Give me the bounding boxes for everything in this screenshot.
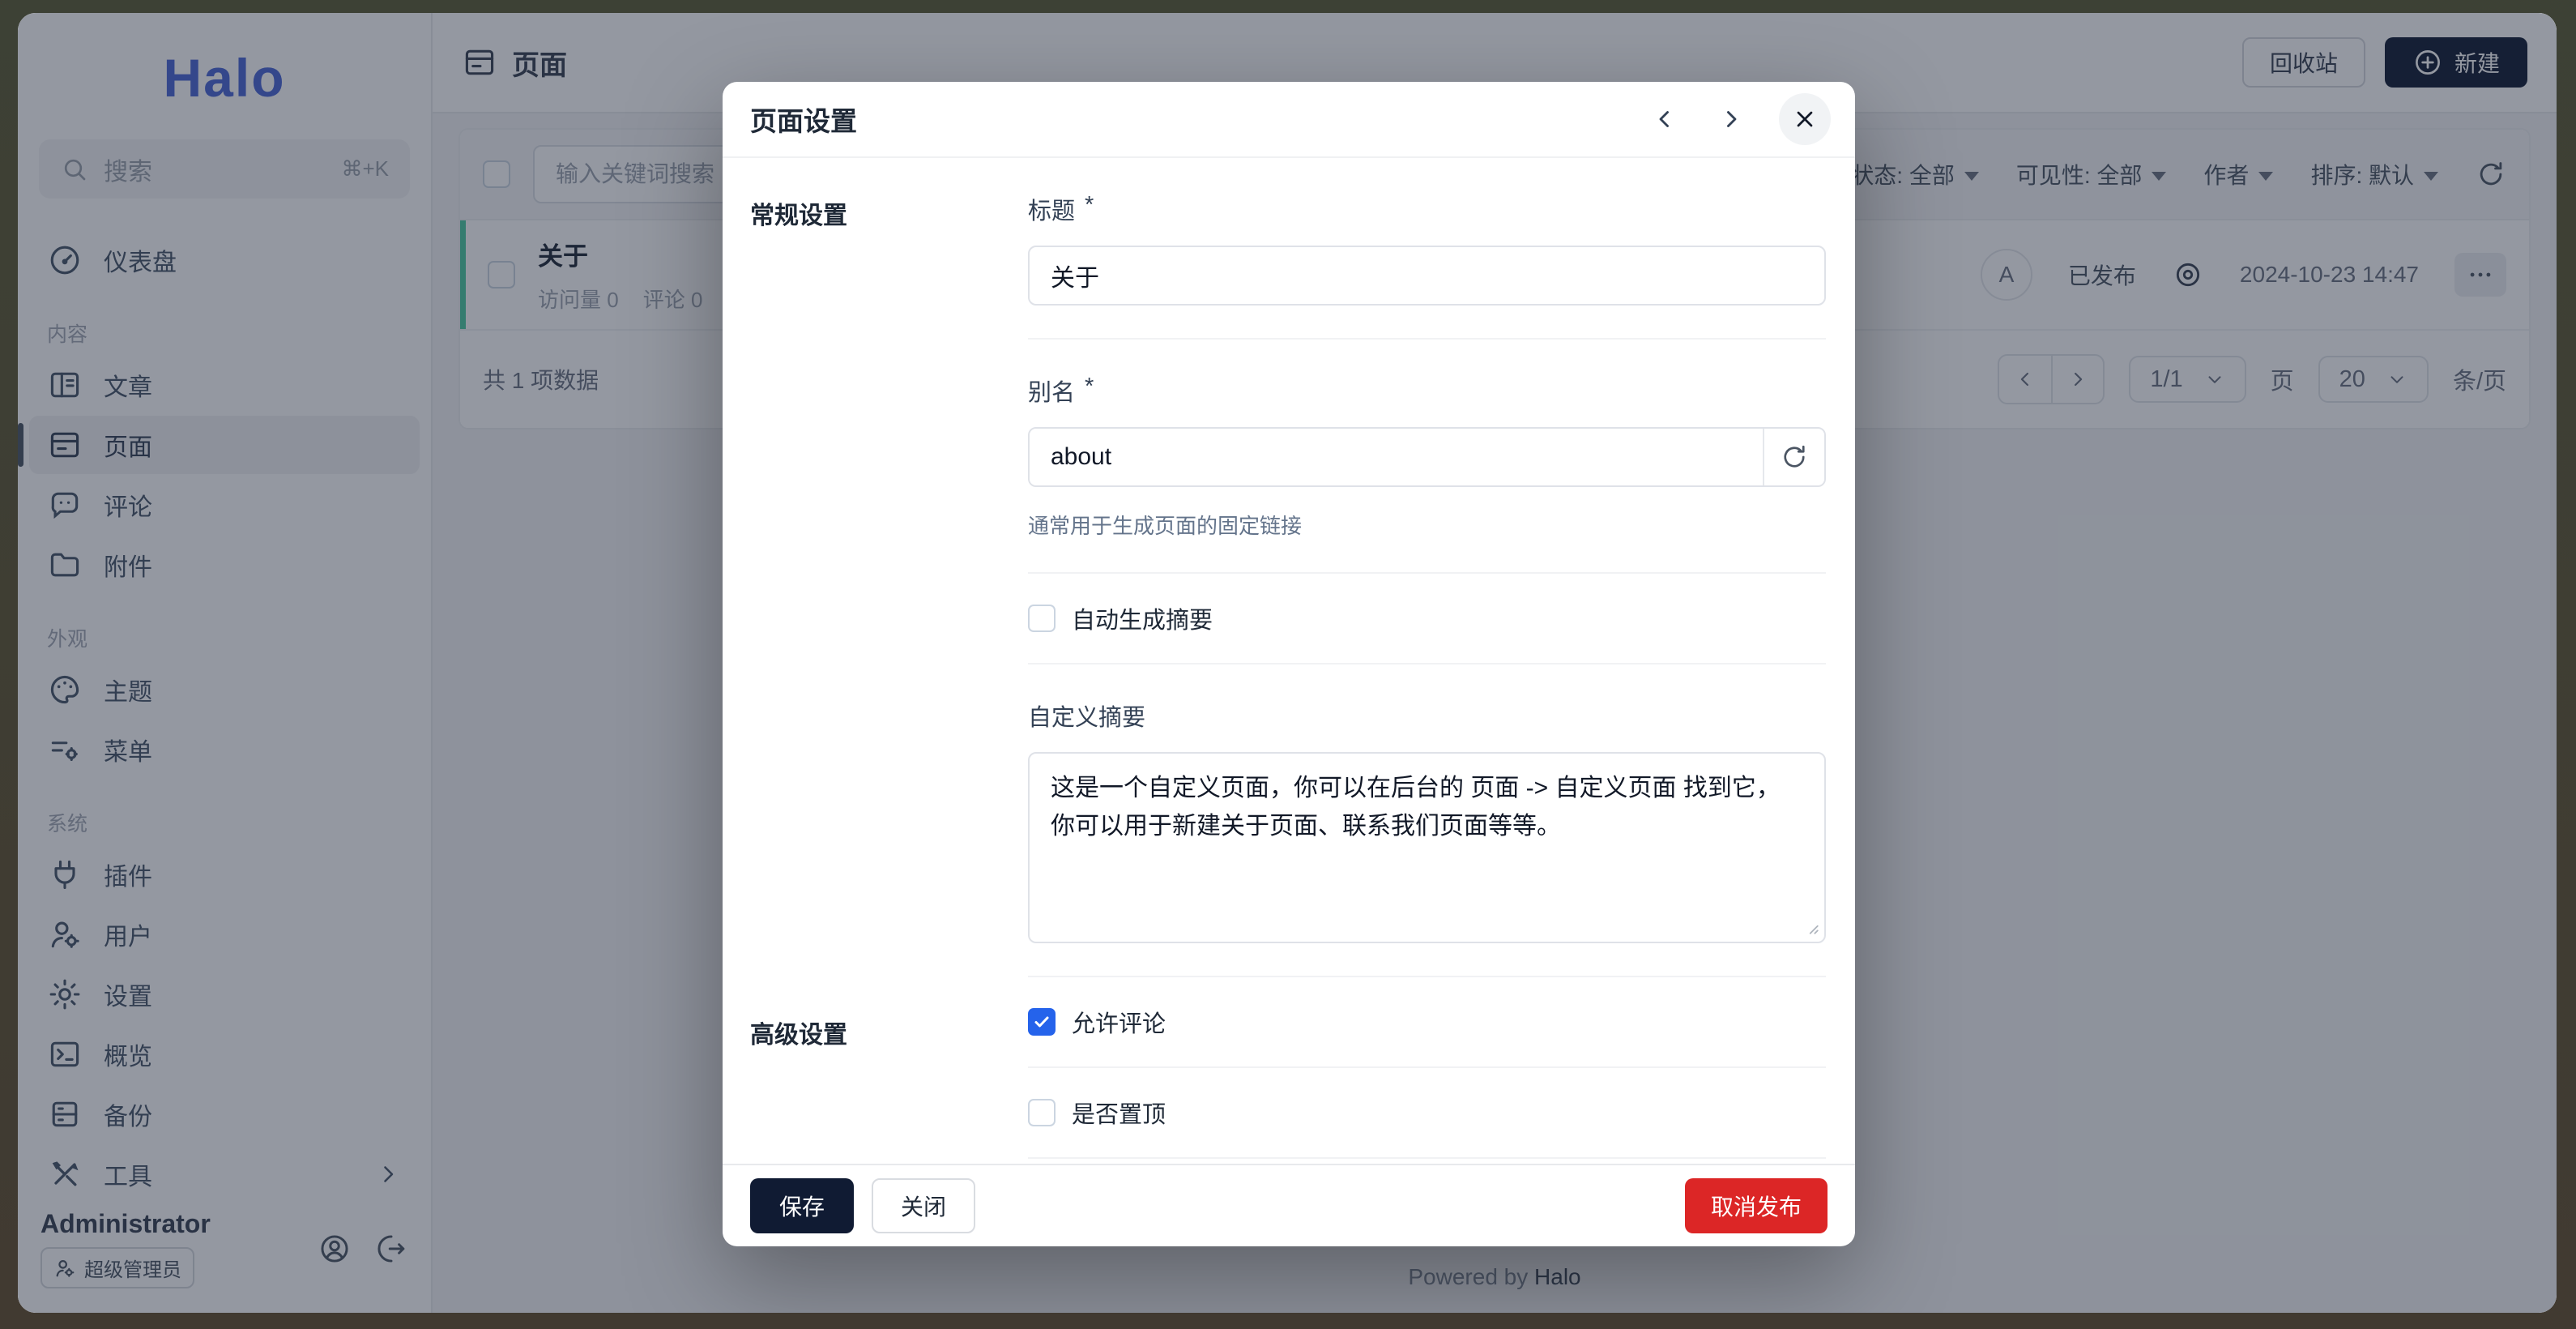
close-button[interactable]: 关闭 (872, 1178, 976, 1233)
field-auto-excerpt: 自动生成摘要 (1028, 574, 1826, 664)
field-excerpt: 自定义摘要 这是一个自定义页面，你可以在后台的 页面 -> 自定义页面 找到它，… (1028, 664, 1826, 977)
slug-label: 别名 (1028, 380, 1076, 406)
regenerate-slug-icon[interactable] (1763, 429, 1824, 485)
cancel-publish-button[interactable]: 取消发布 (1684, 1178, 1828, 1233)
excerpt-label: 自定义摘要 (1028, 705, 1146, 731)
pinned-label: 是否置顶 (1072, 1102, 1166, 1128)
required-asterisk: * (1085, 374, 1094, 400)
section-general: 常规设置 (750, 203, 847, 229)
field-pinned: 是否置顶 (1028, 1068, 1826, 1159)
close-icon[interactable] (1779, 93, 1831, 145)
title-input[interactable] (1028, 246, 1826, 306)
save-button[interactable]: 保存 (750, 1178, 855, 1233)
required-asterisk: * (1085, 192, 1094, 218)
next-item-icon[interactable] (1712, 100, 1750, 138)
slug-input[interactable] (1030, 429, 1763, 485)
modal-footer: 保存 关闭 取消发布 (723, 1164, 1855, 1246)
modal-header: 页面设置 (723, 82, 1855, 158)
field-title: 标题 * (1028, 158, 1826, 340)
allow-comment-label: 允许评论 (1072, 1011, 1166, 1037)
page-settings-modal: 页面设置 常规设置 标题 * 关于 别名 * about 通常用于生成页面的固定… (723, 82, 1855, 1246)
resize-handle[interactable] (1805, 921, 1819, 935)
modal-title: 页面设置 (750, 106, 857, 136)
slug-help-text: 通常用于生成页面的固定链接 (1028, 514, 1303, 538)
pinned-checkbox[interactable] (1028, 1099, 1056, 1126)
auto-excerpt-checkbox[interactable] (1028, 605, 1056, 632)
title-label: 标题 (1028, 199, 1076, 224)
section-advanced: 高级设置 (750, 1022, 847, 1049)
prev-item-icon[interactable] (1646, 100, 1683, 138)
modal-body: 常规设置 标题 * 别名 * (723, 158, 1855, 1164)
field-slug: 别名 * 通常用于生成页面的固定链接 (1028, 340, 1826, 574)
app-window: Halo 搜索 ⌘+K 仪表盘 内容 文章 页面 评论 附件 外观 主题 菜单 … (18, 13, 2557, 1313)
auto-excerpt-label: 自动生成摘要 (1072, 608, 1213, 634)
field-allow-comment: 允许评论 (1028, 977, 1826, 1068)
excerpt-textarea[interactable]: 这是一个自定义页面，你可以在后台的 页面 -> 自定义页面 找到它，你可以用于新… (1028, 752, 1826, 943)
allow-comment-checkbox[interactable] (1028, 1008, 1056, 1036)
